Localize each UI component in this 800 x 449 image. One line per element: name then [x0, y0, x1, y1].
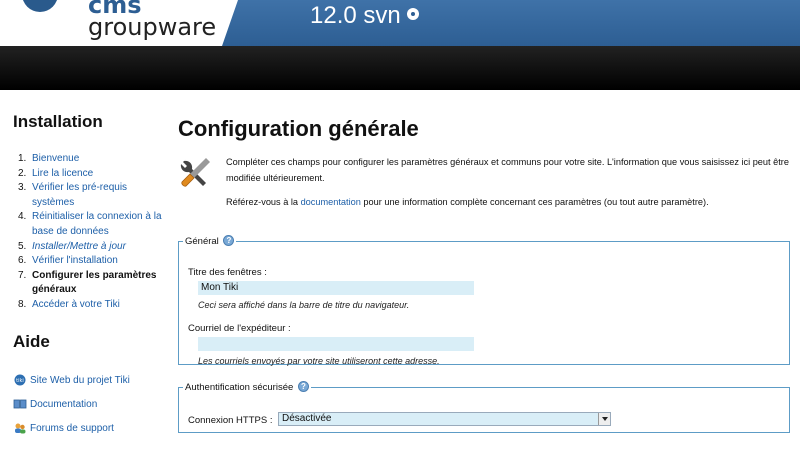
top-bar: [0, 46, 800, 90]
general-legend: Général ?: [183, 235, 236, 247]
installation-heading: Installation: [13, 112, 103, 131]
help-link-label[interactable]: Documentation: [30, 399, 97, 410]
help-link-documentation[interactable]: Documentation: [13, 398, 97, 410]
main-content: Configuration générale Compléter ces cha…: [178, 90, 790, 449]
step-number: 4.: [18, 211, 27, 223]
window-title-input[interactable]: Mon Tiki: [198, 281, 474, 295]
secure-auth-fieldset: Authentification sécurisée ? Connexion H…: [178, 381, 790, 433]
step-number: 7.: [18, 269, 27, 281]
tools-icon: [180, 158, 210, 187]
step-link-license[interactable]: Lire la licence: [32, 168, 93, 179]
documentation-link[interactable]: documentation: [301, 197, 361, 207]
help-link-label[interactable]: Site Web du projet Tiki: [30, 375, 130, 386]
help-link-forums[interactable]: Forums de support: [13, 422, 114, 434]
step-number: 2.: [18, 167, 27, 179]
help-icon[interactable]: ?: [297, 381, 309, 392]
book-icon: [13, 399, 27, 409]
users-icon: [15, 423, 26, 434]
page-title: Configuration générale: [178, 116, 419, 141]
installation-steps: 1. Bienvenue 2. Lire la licence 3. Vérifier…: [10, 152, 162, 313]
step-number: 6.: [18, 255, 27, 267]
step-number: 3.: [18, 182, 27, 194]
help-link-label[interactable]: Forums de support: [30, 423, 114, 434]
tiki-logo-icon: tiki: [14, 374, 26, 386]
step-link-install-update[interactable]: Installer/Mettre à jour: [32, 241, 126, 252]
general-legend-text: Général: [185, 236, 219, 247]
help-heading: Aide: [13, 332, 50, 351]
window-title-help: Ceci sera affiché dans la barre de titre…: [198, 300, 410, 310]
svg-text:tiki: tiki: [16, 378, 24, 384]
logo-line-2: groupware: [88, 13, 217, 41]
sender-email-input[interactable]: [198, 337, 474, 351]
step-link-welcome[interactable]: Bienvenue: [32, 153, 79, 164]
https-select-value: Désactivée: [282, 413, 332, 424]
step-link-verify[interactable]: Vérifier l'installation: [32, 255, 118, 266]
secure-auth-legend: Authentification sécurisée ?: [183, 381, 311, 393]
logo[interactable]: cms groupware: [0, 0, 238, 46]
step-item[interactable]: 4. Réinitialiser la connexion à la base d…: [10, 210, 162, 239]
step-item[interactable]: 1. Bienvenue: [10, 152, 162, 167]
doc-reference: Référez-vous à la documentation pour une…: [226, 194, 790, 210]
intro-text: Compléter ces champs pour configurer les…: [226, 157, 789, 183]
step-number: 1.: [18, 153, 27, 164]
sender-email-help: Les courriels envoyés par votre site uti…: [198, 356, 440, 366]
sender-email-label: Courriel de l'expéditeur :: [188, 323, 291, 334]
version-text: 12.0 svn: [310, 2, 401, 29]
step-number: 8.: [18, 298, 27, 310]
step-item[interactable]: 2. Lire la licence: [10, 167, 162, 182]
info-icon[interactable]: [406, 8, 419, 20]
step-link-db-connection[interactable]: Réinitialiser la connexion à la base de …: [32, 211, 162, 237]
step-link-requirements[interactable]: Vérifier les pré-requis systèmes: [32, 182, 127, 208]
step-item[interactable]: 8. Accéder à votre Tiki: [10, 298, 162, 313]
https-select[interactable]: Désactivée: [278, 412, 611, 426]
doc-reference-pre: Référez-vous à la: [226, 197, 301, 207]
tiki-logo-icon: [22, 0, 58, 12]
chevron-down-icon[interactable]: [598, 413, 610, 425]
version-label: 12.0 svn: [310, 2, 419, 30]
https-label: Connexion HTTPS :: [188, 415, 273, 426]
step-item[interactable]: 3. Vérifier les pré-requis systèmes: [10, 181, 162, 210]
step-current-general-config: Configurer les paramètres généraux: [32, 269, 157, 296]
secure-auth-legend-text: Authentification sécurisée: [185, 382, 294, 393]
doc-reference-post: pour une information complète concernant…: [360, 197, 709, 207]
step-item[interactable]: 5. Installer/Mettre à jour: [10, 240, 162, 255]
step-item[interactable]: 6. Vérifier l'installation: [10, 254, 162, 269]
help-link-tiki-site[interactable]: tiki Site Web du projet Tiki: [13, 374, 130, 386]
window-title-label: Titre des fenêtres :: [188, 267, 267, 278]
step-item-current: 7. Configurer les paramètres généraux: [10, 269, 162, 298]
step-number: 5.: [18, 240, 27, 252]
step-link-access-tiki[interactable]: Accéder à votre Tiki: [32, 299, 120, 310]
general-fieldset: Général ? Titre des fenêtres : Mon Tiki …: [178, 235, 790, 366]
logo-text: cms groupware: [88, 0, 217, 41]
app-header: cms groupware 12.0 svn: [0, 0, 800, 46]
help-icon[interactable]: ?: [223, 235, 235, 246]
